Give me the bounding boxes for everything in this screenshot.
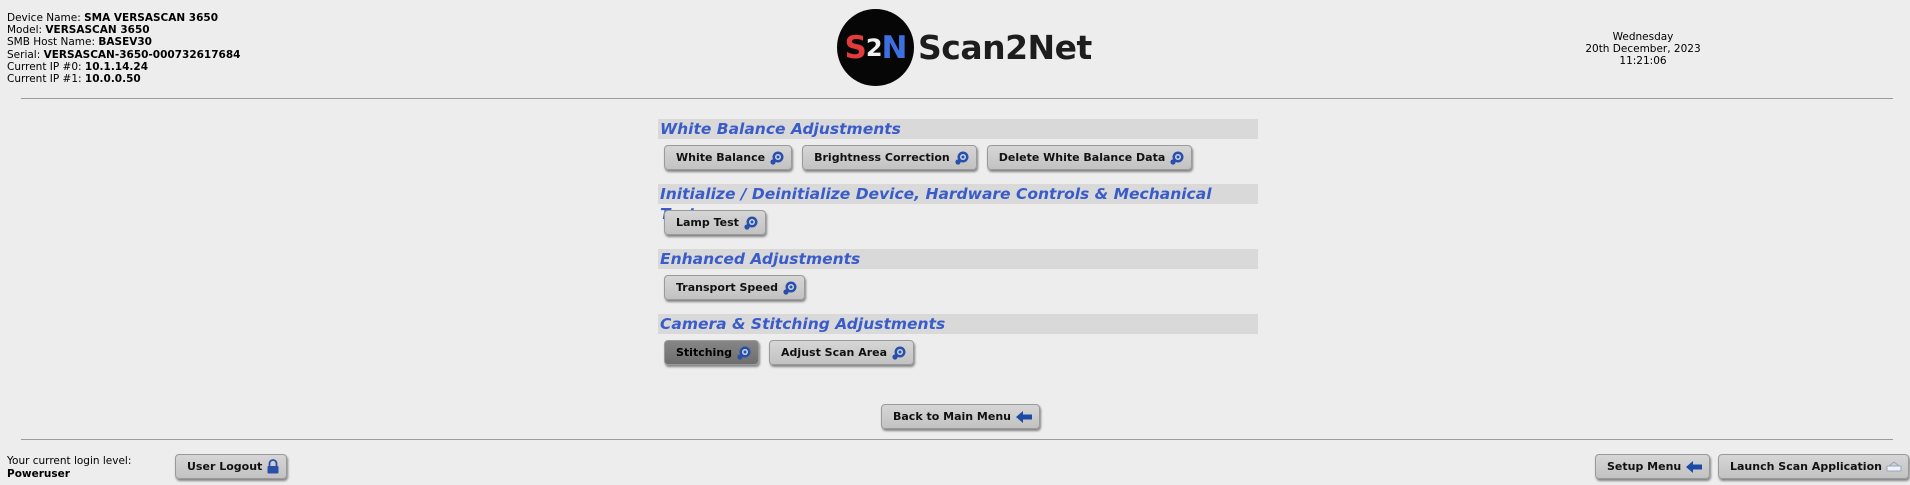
- back-to-main-menu-button[interactable]: Back to Main Menu: [881, 404, 1040, 429]
- login-level-label: Your current login level:: [7, 455, 132, 467]
- lock-icon: [267, 459, 279, 474]
- adjust-scan-area-button[interactable]: Adjust Scan Area: [769, 340, 915, 365]
- datetime: Wednesday 20th December, 2023 11:21:06: [1543, 31, 1743, 68]
- gear-icon: [737, 346, 751, 360]
- serial-number: VERSASCAN-3650-000732617684: [43, 48, 241, 61]
- smb-host-name: BASEV30: [98, 36, 152, 49]
- gear-icon: [783, 281, 797, 295]
- section-camera-stitching: Camera & Stitching Adjustments Stitching…: [658, 314, 1258, 365]
- logo-mark: S2N: [837, 9, 914, 86]
- serial-row: Serial: VERSASCAN-3650-000732617684: [7, 48, 241, 61]
- gear-icon: [770, 151, 784, 165]
- transport-speed-button[interactable]: Transport Speed: [664, 275, 806, 300]
- gear-icon: [744, 216, 758, 230]
- section-white-balance: White Balance Adjustments White Balance …: [658, 119, 1258, 170]
- scan2net-logo: S2N Scan2Net: [837, 9, 1092, 86]
- section-title: White Balance Adjustments: [658, 119, 1258, 139]
- device-model: VERSASCAN 3650: [45, 24, 150, 37]
- section-title: Enhanced Adjustments: [658, 249, 1258, 269]
- device-name-row: Device Name: SMA VERSASCAN 3650: [7, 12, 219, 24]
- section-title: Camera & Stitching Adjustments: [658, 314, 1258, 334]
- white-balance-button[interactable]: White Balance: [664, 145, 793, 170]
- current-ip-0: 10.1.14.24: [84, 60, 149, 73]
- stitching-button[interactable]: Stitching: [664, 340, 760, 365]
- section-enhanced: Enhanced Adjustments Transport Speed: [658, 249, 1258, 300]
- time: 11:21:06: [1619, 55, 1667, 68]
- logo-text: Scan2Net: [918, 28, 1092, 67]
- smb-host-row: SMB Host Name: BASEV30: [7, 36, 152, 49]
- date: 20th December, 2023: [1585, 43, 1701, 56]
- gear-icon: [1170, 151, 1184, 165]
- weekday: Wednesday: [1612, 31, 1674, 43]
- bottom-divider: [21, 439, 1893, 440]
- login-level: Your current login level: Poweruser: [7, 455, 131, 480]
- section-title: Initialize / Deinitialize Device, Hardwa…: [658, 184, 1258, 223]
- device-name: SMA VERSASCAN 3650: [84, 12, 219, 24]
- device-model-row: Model: VERSASCAN 3650: [7, 24, 150, 37]
- ip1-row: Current IP #1: 10.0.0.50: [7, 73, 141, 86]
- setup-menu-button[interactable]: Setup Menu: [1595, 454, 1711, 479]
- brightness-correction-button[interactable]: Brightness Correction: [802, 145, 977, 170]
- arrow-left-icon: [1686, 460, 1703, 473]
- ip0-row: Current IP #0: 10.1.14.24: [7, 60, 149, 73]
- launch-scan-application-button[interactable]: Launch Scan Application: [1718, 454, 1909, 479]
- top-divider: [21, 98, 1893, 99]
- device-info: Device Name: SMA VERSASCAN 3650 Model: V…: [7, 12, 240, 85]
- scanner-icon: [1886, 460, 1902, 471]
- lamp-test-button[interactable]: Lamp Test: [664, 210, 766, 235]
- section-initialize: Initialize / Deinitialize Device, Hardwa…: [658, 184, 1258, 235]
- gear-icon: [892, 346, 906, 360]
- user-logout-button[interactable]: User Logout: [175, 454, 288, 479]
- gear-icon: [955, 151, 969, 165]
- arrow-left-icon: [1016, 410, 1032, 423]
- login-level-value: Poweruser: [7, 467, 70, 480]
- delete-white-balance-data-button[interactable]: Delete White Balance Data: [986, 145, 1193, 170]
- current-ip-1: 10.0.0.50: [84, 73, 141, 86]
- adjustments-panel: White Balance Adjustments White Balance …: [658, 119, 1258, 379]
